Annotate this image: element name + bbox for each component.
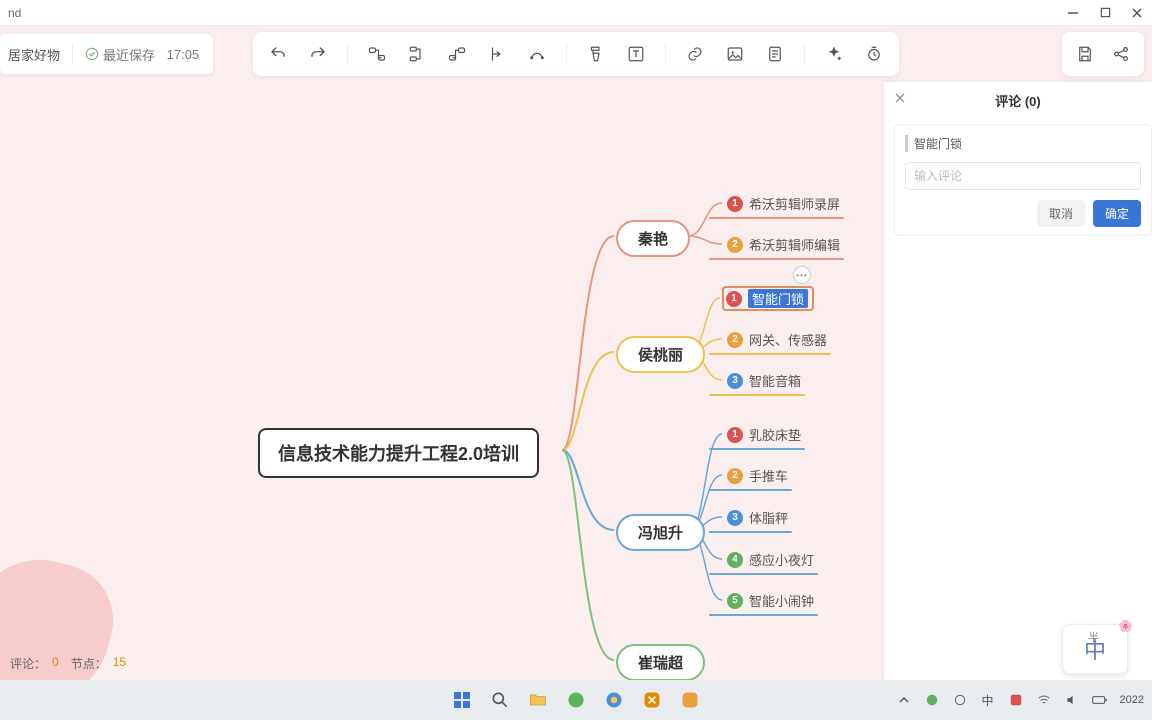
branch-node-cuiruichao[interactable]: 崔瑞超 (616, 644, 705, 680)
comment-cancel-button[interactable]: 取消 (1037, 200, 1085, 227)
explorer-icon[interactable] (526, 688, 550, 712)
link-button[interactable] (684, 43, 706, 65)
undo-button[interactable] (267, 43, 289, 65)
priority-badge: 2 (727, 468, 743, 484)
separator (72, 43, 73, 65)
document-info: 居家好物 最近保存 17:05 (0, 34, 213, 74)
mindmap-root-node[interactable]: 信息技术能力提升工程2.0培训 (258, 428, 539, 478)
branch-node-qinyan[interactable]: 秦艳 (616, 220, 690, 257)
leaf-node[interactable]: 4 感应小夜灯 (727, 550, 814, 569)
leaf-node-selected[interactable]: 1 智能门锁 (722, 286, 814, 311)
ai-button[interactable] (823, 43, 845, 65)
image-button[interactable] (724, 43, 746, 65)
branch-node-houtaoli[interactable]: 侯桃丽 (616, 336, 705, 373)
window-maximize-button[interactable] (1098, 6, 1112, 20)
comments-panel: 评论 (0) 智能门锁 取消 确定 (884, 82, 1152, 680)
leaf-node[interactable]: 2 网关、传感器 (727, 330, 827, 349)
tray-volume-icon[interactable] (1064, 692, 1080, 708)
comment-confirm-button[interactable]: 确定 (1093, 200, 1141, 227)
tray-globe-icon[interactable] (924, 692, 940, 708)
relation-button[interactable] (526, 43, 548, 65)
leaf-node[interactable]: 1 希沃剪辑师录屏 (727, 194, 840, 213)
priority-badge: 3 (727, 510, 743, 526)
leaf-node[interactable]: 3 体脂秤 (727, 508, 788, 527)
edge-icon[interactable] (564, 688, 588, 712)
leaf-node[interactable]: 5 智能小闹钟 (727, 591, 814, 610)
comment-subject: 智能门锁 (905, 135, 1141, 152)
add-child-button[interactable] (366, 43, 388, 65)
tray-ime-icon[interactable]: 中 (980, 692, 996, 708)
save-button[interactable] (1074, 43, 1096, 65)
note-button[interactable] (764, 43, 786, 65)
text-button[interactable] (625, 43, 647, 65)
save-status: 最近保存 17:05 (85, 45, 199, 64)
tray-battery-icon[interactable] (1092, 692, 1108, 708)
priority-badge: 1 (727, 427, 743, 443)
leaf-node[interactable]: 3 智能音箱 (727, 371, 801, 390)
ime-indicator: 中 半 🌸 (1062, 624, 1128, 674)
tray-wifi-icon[interactable] (1036, 692, 1052, 708)
priority-badge: 4 (727, 552, 743, 568)
start-button[interactable] (450, 688, 474, 712)
add-parent-button[interactable] (446, 43, 468, 65)
window-close-button[interactable] (1130, 6, 1144, 20)
close-comments-button[interactable] (894, 92, 910, 108)
taskbar-clock: 2022 (1120, 694, 1144, 706)
priority-badge: 1 (727, 196, 743, 212)
format-painter-button[interactable] (585, 43, 607, 65)
tray-network-icon[interactable] (952, 692, 968, 708)
branch-node-fengxusheng[interactable]: 冯旭升 (616, 514, 705, 551)
redo-button[interactable] (307, 43, 329, 65)
document-title: 居家好物 (0, 45, 60, 64)
search-icon[interactable] (488, 688, 512, 712)
share-button[interactable] (1110, 43, 1132, 65)
main-toolbar (253, 32, 899, 76)
comments-title: 评论 (0) (995, 91, 1041, 110)
window-minimize-button[interactable] (1066, 6, 1080, 20)
timer-button[interactable] (863, 43, 885, 65)
leaf-node[interactable]: 2 希沃剪辑师编辑 (727, 235, 840, 254)
tray-chevron-icon[interactable] (896, 692, 912, 708)
add-sibling-button[interactable] (406, 43, 428, 65)
priority-badge: 1 (726, 291, 742, 307)
app2-icon[interactable] (678, 688, 702, 712)
canvas-statusbar: 评论：0 节点：15 (10, 655, 126, 672)
leaf-node[interactable]: 2 手推车 (727, 466, 788, 485)
app-icon[interactable] (640, 688, 664, 712)
windows-taskbar[interactable]: 中 2022 (0, 680, 1152, 720)
comment-input[interactable] (905, 162, 1141, 190)
priority-badge: 2 (727, 332, 743, 348)
priority-badge: 3 (727, 373, 743, 389)
node-more-icon[interactable]: ••• (793, 266, 811, 284)
browser-icon[interactable] (602, 688, 626, 712)
app-name: nd (8, 6, 21, 20)
tray-sogou-icon[interactable] (1008, 692, 1024, 708)
priority-badge: 5 (727, 593, 743, 609)
priority-badge: 2 (727, 237, 743, 253)
summary-button[interactable] (486, 43, 508, 65)
leaf-node[interactable]: 1 乳胶床垫 (727, 425, 801, 444)
